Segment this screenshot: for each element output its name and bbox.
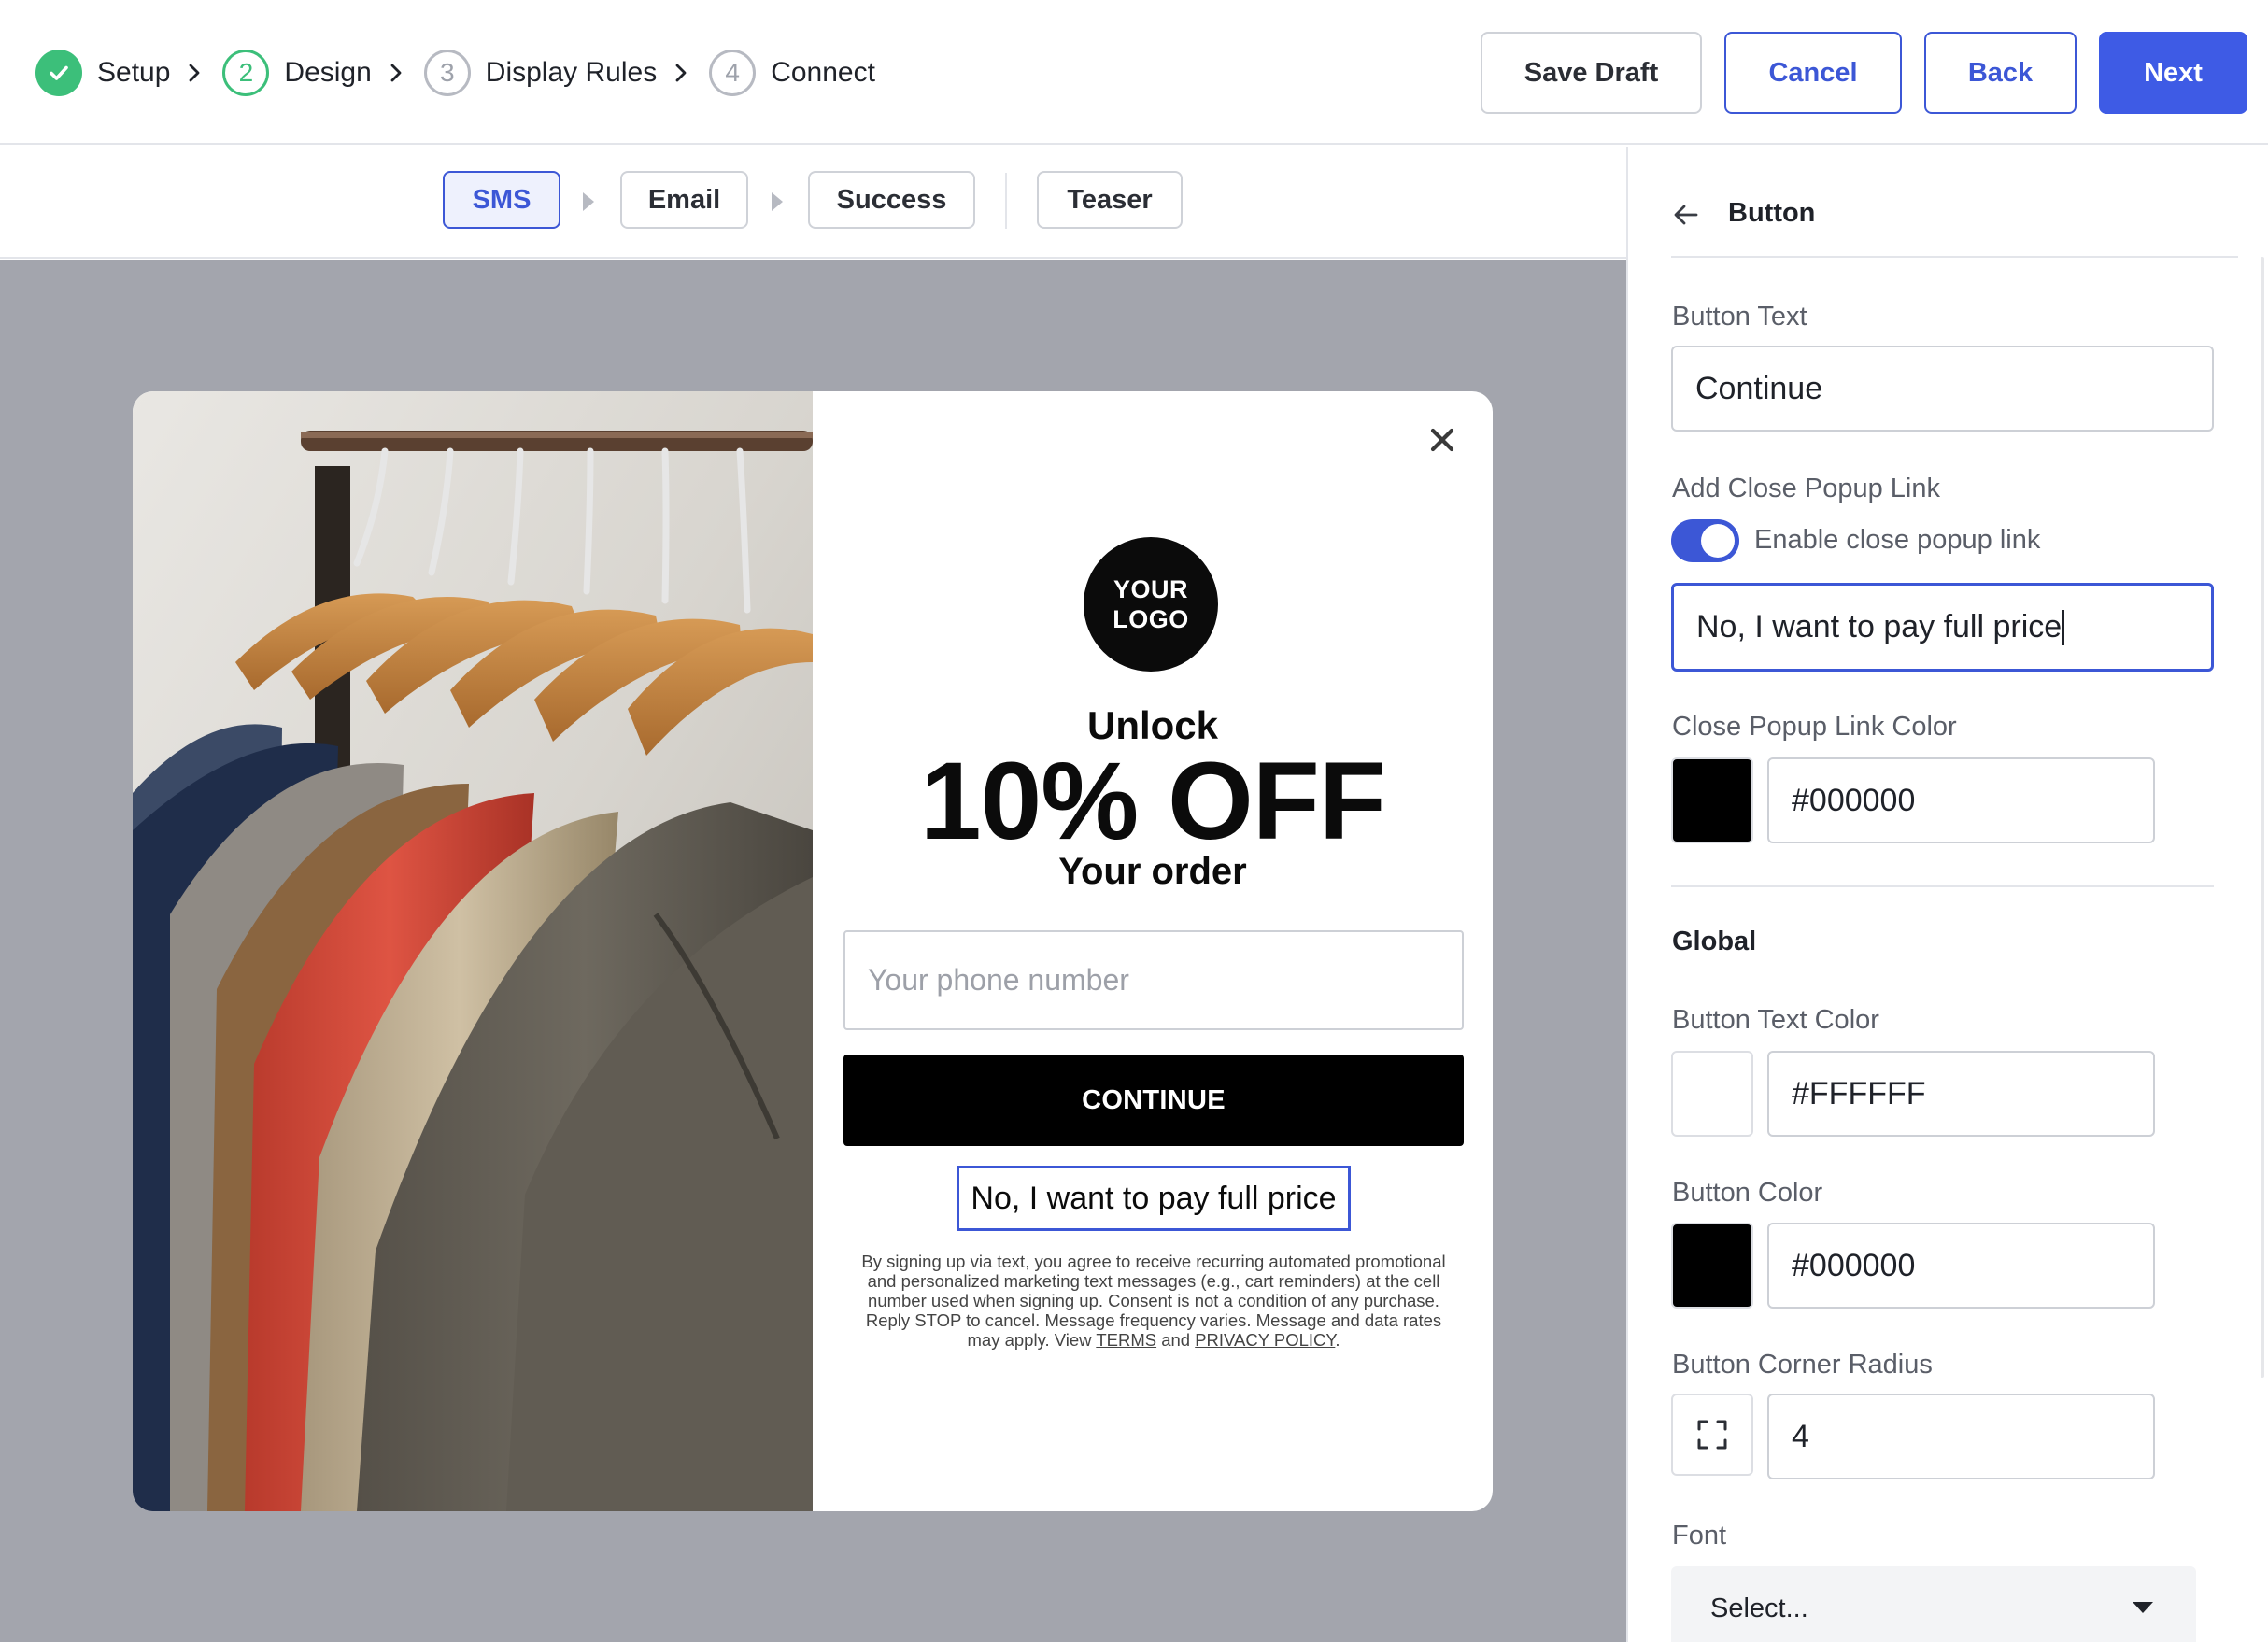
toggle-knob xyxy=(1701,524,1735,558)
button-text-color-label: Button Text Color xyxy=(1672,1005,1879,1035)
logo: YOUR LOGO xyxy=(1084,537,1218,672)
corner-radius-field[interactable]: 4 xyxy=(1767,1394,2155,1479)
close-popup-link[interactable]: No, I want to pay full price xyxy=(957,1166,1351,1231)
phone-input[interactable]: Your phone number xyxy=(843,930,1464,1030)
privacy-policy-link[interactable]: PRIVACY POLICY xyxy=(1195,1330,1335,1350)
next-button[interactable]: Next xyxy=(2099,32,2247,114)
close-link-text-field[interactable]: No, I want to pay full price xyxy=(1671,583,2214,672)
panel-title: Button xyxy=(1728,198,1816,228)
close-link-toggle[interactable] xyxy=(1671,519,1739,562)
step-number: 4 xyxy=(709,50,757,96)
global-section-title: Global xyxy=(1672,927,1757,956)
chevron-right-icon xyxy=(673,63,688,83)
text-caret xyxy=(2062,609,2065,645)
button-text-field[interactable]: Continue xyxy=(1671,346,2214,432)
check-icon xyxy=(35,50,82,96)
chevron-right-icon xyxy=(389,63,404,83)
step-setup[interactable]: Setup xyxy=(35,50,170,96)
tab-email[interactable]: Email xyxy=(620,171,748,229)
button-color-field[interactable]: #000000 xyxy=(1767,1223,2155,1309)
step-number: 2 xyxy=(222,50,270,96)
chevron-right-icon xyxy=(187,63,202,83)
logo-text: LOGO xyxy=(1113,605,1189,633)
step-label: Display Rules xyxy=(485,57,658,88)
close-link-color-label: Close Popup Link Color xyxy=(1672,712,1957,742)
font-select-value: Select... xyxy=(1710,1592,1808,1623)
button-color-swatch[interactable] xyxy=(1671,1223,1753,1309)
disclaimer-text: . xyxy=(1335,1330,1340,1350)
top-bar: Setup 2 Design 3 Display Rules 4 Connect… xyxy=(0,0,2268,145)
close-icon[interactable] xyxy=(1424,421,1461,459)
close-link-color-swatch[interactable] xyxy=(1671,757,1753,843)
step-label: Design xyxy=(284,57,372,88)
font-select[interactable]: Select... xyxy=(1671,1566,2196,1642)
headline-bottom: Your order xyxy=(1058,851,1247,892)
button-text-color-swatch[interactable] xyxy=(1671,1051,1753,1137)
logo-text: YOUR xyxy=(1113,575,1188,603)
toggle-label: Enable close popup link xyxy=(1754,525,2041,555)
preview-canvas: YOUR LOGO Unlock 10% OFF Your order Your… xyxy=(0,260,1626,1642)
step-label: Connect xyxy=(771,57,875,88)
disclaimer-text: and xyxy=(1156,1330,1196,1350)
arrow-left-icon[interactable] xyxy=(1671,200,1701,230)
back-button[interactable]: Back xyxy=(1924,32,2077,114)
tab-teaser[interactable]: Teaser xyxy=(1037,171,1183,229)
close-link-color-field[interactable]: #000000 xyxy=(1767,757,2155,843)
headline-discount: 10% OFF xyxy=(920,740,1386,863)
button-text-color-field[interactable]: #FFFFFF xyxy=(1767,1051,2155,1137)
step-label: Setup xyxy=(97,57,171,88)
view-tabs: SMS Email Success Teaser xyxy=(0,147,1626,259)
caret-down-icon xyxy=(2133,1602,2153,1613)
step-display-rules[interactable]: 3 Display Rules xyxy=(423,50,658,96)
save-draft-button[interactable]: Save Draft xyxy=(1481,32,1702,114)
step-number: 3 xyxy=(423,50,471,96)
terms-link[interactable]: TERMS xyxy=(1096,1330,1156,1350)
step-design[interactable]: 2 Design xyxy=(222,50,372,96)
corner-radius-icon xyxy=(1671,1394,1753,1476)
popup-preview: YOUR LOGO Unlock 10% OFF Your order Your… xyxy=(133,391,1493,1511)
clothing-rack-image xyxy=(133,391,813,1511)
corner-radius-label: Button Corner Radius xyxy=(1672,1350,1933,1380)
panel-scrollbar[interactable] xyxy=(2261,257,2264,1378)
tab-sms[interactable]: SMS xyxy=(443,171,560,229)
caret-right-icon xyxy=(772,192,783,211)
button-text-label: Button Text xyxy=(1672,302,1807,332)
section-divider xyxy=(1671,885,2214,887)
close-link-section-label: Add Close Popup Link xyxy=(1672,474,1940,503)
button-color-label: Button Color xyxy=(1672,1178,1823,1208)
step-connect[interactable]: 4 Connect xyxy=(709,50,875,96)
tab-success[interactable]: Success xyxy=(808,171,975,229)
tab-divider xyxy=(1005,173,1007,229)
font-label: Font xyxy=(1672,1521,1727,1550)
caret-right-icon xyxy=(583,192,594,211)
sms-disclaimer: By signing up via text, you agree to rec… xyxy=(859,1252,1448,1350)
close-link-text-value: No, I want to pay full price xyxy=(1696,609,2062,644)
stepper: Setup 2 Design 3 Display Rules 4 Connect xyxy=(35,47,875,99)
continue-button[interactable]: CONTINUE xyxy=(843,1055,1464,1146)
popup-content: YOUR LOGO Unlock 10% OFF Your order Your… xyxy=(813,391,1493,1511)
cancel-button[interactable]: Cancel xyxy=(1724,32,1902,114)
